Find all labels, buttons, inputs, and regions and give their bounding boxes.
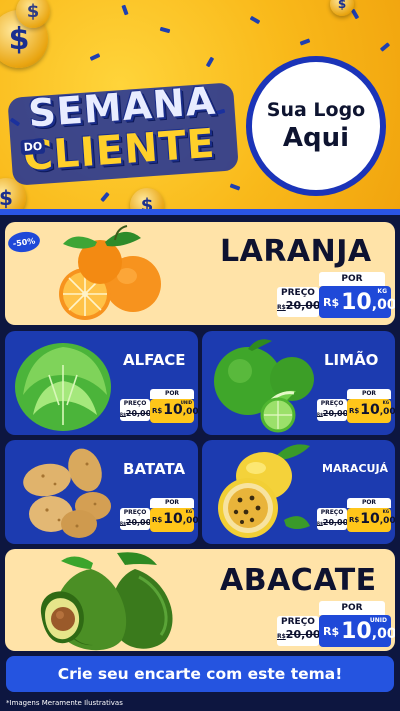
price-integer: 10: [360, 511, 380, 527]
price-old-box: PREÇO R$20,00: [277, 287, 321, 317]
price-integer: 10: [163, 511, 183, 527]
confetti: [229, 183, 241, 191]
avocado-icon: [40, 552, 173, 651]
new-price: R$ 10 ,00 UNID: [319, 615, 395, 647]
confetti: [89, 53, 101, 61]
currency: R$: [349, 516, 360, 524]
price-por-label: POR: [319, 601, 385, 615]
new-price: R$ 10 ,00 KG: [347, 399, 395, 423]
confetti: [299, 38, 311, 46]
flyer-page: $ $ $ $ $ SEMANA CLIENTE DO Sua Logo Aqu…: [0, 0, 400, 711]
price-tag: POR PREÇO R$20,00 R$ 10 ,00 UNID: [277, 601, 395, 649]
price-preco-label: PREÇO: [320, 400, 344, 407]
price-preco-label: PREÇO: [281, 288, 315, 298]
logo-placeholder[interactable]: Sua Logo Aqui: [246, 56, 386, 196]
old-price: R$20,00: [277, 628, 321, 641]
price-preco-label: PREÇO: [123, 400, 147, 407]
orange-icon: [59, 225, 161, 320]
product-name: LARANJA: [220, 234, 372, 269]
header-banner: $ $ $ $ $ SEMANA CLIENTE DO Sua Logo Aqu…: [0, 0, 400, 212]
price-unit: KG: [382, 509, 389, 514]
footnote: *Imagens Meramente Ilustrativas: [6, 699, 123, 707]
old-price: R$20,00: [277, 299, 321, 312]
product-card-limao[interactable]: LIMÃO POR PREÇO R$20,00 R$ 10 ,00 KG: [202, 331, 395, 435]
currency: R$: [323, 624, 340, 638]
old-price: R$20,00: [120, 518, 152, 527]
currency: R$: [152, 407, 163, 415]
currency: R$: [349, 407, 360, 415]
price-integer: 10: [341, 290, 372, 315]
price-unit: KG: [185, 509, 192, 514]
new-price: R$ 10 ,00 KG: [150, 508, 198, 532]
price-integer: 10: [360, 402, 380, 418]
potato-icon: [23, 448, 111, 538]
product-name: MARACUJÁ: [322, 462, 389, 475]
confetti: [100, 191, 110, 203]
new-price: R$ 10 ,00 UNID: [150, 399, 198, 423]
old-price: R$20,00: [317, 409, 349, 418]
price-decimal: ,00: [182, 516, 198, 526]
confetti: [205, 56, 215, 68]
title-do: DO: [20, 138, 46, 156]
price-tag: POR PREÇO R$20,00 R$ 10 ,00 KG: [317, 498, 395, 534]
product-card-batata[interactable]: BATATA POR PREÇO R$20,00 R$ 10 ,00 KG: [5, 440, 198, 544]
create-flyer-button[interactable]: Crie seu encarte com este tema!: [6, 656, 394, 692]
price-old-box: PREÇO R$20,00: [120, 399, 152, 421]
price-por-label: POR: [347, 389, 391, 399]
logo-text-line-1: Sua Logo: [266, 99, 366, 121]
logo-text-line-2: Aqui: [282, 123, 350, 153]
product-name: ALFACE: [123, 351, 186, 369]
price-decimal: ,00: [371, 297, 395, 313]
price-tag: POR PREÇO R$20,00 R$ 10 ,00 KG: [120, 498, 198, 534]
confetti: [379, 42, 391, 52]
confetti: [159, 26, 171, 34]
product-card-laranja[interactable]: LARANJA POR PREÇO R$20,00 R$ 10 ,00 KG: [5, 222, 395, 325]
price-unit: UNID: [180, 400, 192, 405]
price-unit: KG: [377, 288, 387, 295]
lettuce-icon: [15, 343, 111, 431]
product-card-abacate[interactable]: ABACATE POR PREÇO R$20,00 R$ 10 ,00 UNID: [5, 549, 395, 651]
passion-fruit-icon: [218, 444, 310, 538]
price-por-label: POR: [150, 389, 194, 399]
header-stripe: [0, 209, 400, 215]
coin-icon: $: [330, 0, 354, 16]
price-preco-label: PREÇO: [123, 509, 147, 516]
price-old-box: PREÇO R$20,00: [317, 508, 349, 530]
price-por-label: POR: [347, 498, 391, 508]
new-price: R$ 10 ,00 KG: [347, 508, 395, 532]
product-name: LIMÃO: [324, 351, 379, 369]
price-old-box: PREÇO R$20,00: [317, 399, 349, 421]
price-preco-label: PREÇO: [320, 509, 344, 516]
price-integer: 10: [341, 619, 372, 644]
new-price: R$ 10 ,00 KG: [319, 286, 395, 318]
product-card-alface[interactable]: ALFACE POR PREÇO R$20,00 R$ 10 ,00 UNID: [5, 331, 198, 435]
price-tag: POR PREÇO R$20,00 R$ 10 ,00 UNID: [120, 389, 198, 425]
product-name: ABACATE: [220, 563, 377, 598]
old-price: R$20,00: [120, 409, 152, 418]
currency: R$: [323, 295, 340, 309]
price-decimal: ,00: [182, 407, 198, 417]
lime-icon: [214, 339, 314, 433]
old-price: R$20,00: [317, 518, 349, 527]
confetti: [249, 15, 261, 25]
price-old-box: PREÇO R$20,00: [277, 616, 321, 646]
product-card-maracuja[interactable]: MARACUJÁ POR PREÇO R$20,00 R$ 10 ,00 KG: [202, 440, 395, 544]
price-unit: KG: [382, 400, 389, 405]
product-name: BATATA: [123, 460, 186, 478]
price-unit: UNID: [369, 617, 387, 624]
price-por-label: POR: [150, 498, 194, 508]
confetti: [121, 4, 129, 16]
price-preco-label: PREÇO: [281, 617, 315, 627]
campaign-title: SEMANA CLIENTE DO: [7, 77, 241, 188]
price-tag: POR PREÇO R$20,00 R$ 10 ,00 KG: [277, 272, 395, 320]
price-decimal: ,00: [379, 516, 395, 526]
currency: R$: [152, 516, 163, 524]
price-old-box: PREÇO R$20,00: [120, 508, 152, 530]
coin-icon: $: [16, 0, 50, 28]
price-decimal: ,00: [379, 407, 395, 417]
price-decimal: ,00: [371, 626, 395, 642]
price-por-label: POR: [319, 272, 385, 286]
price-tag: POR PREÇO R$20,00 R$ 10 ,00 KG: [317, 389, 395, 425]
